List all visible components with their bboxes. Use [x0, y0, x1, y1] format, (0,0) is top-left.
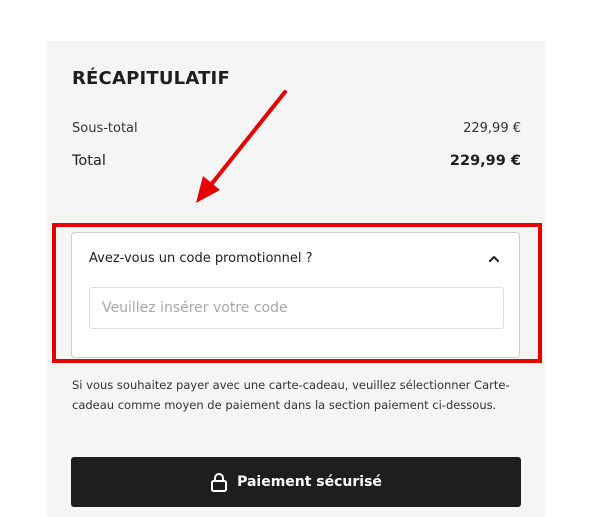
total-row: Total 229,99 €: [72, 153, 521, 169]
summary-title: RÉCAPITULATIF: [72, 68, 230, 89]
subtotal-label: Sous-total: [72, 121, 138, 136]
promo-toggle-label[interactable]: Avez-vous un code promotionnel ?: [89, 251, 313, 266]
subtotal-value: 229,99 €: [463, 121, 521, 136]
secure-payment-label: Paiement sécurisé: [237, 474, 382, 490]
total-label: Total: [72, 153, 106, 169]
total-value: 229,99 €: [449, 153, 521, 169]
promo-code-input[interactable]: [89, 287, 504, 329]
lock-icon: [211, 473, 228, 492]
gift-card-note: Si vous souhaitez payer avec une carte-c…: [72, 378, 510, 412]
subtotal-row: Sous-total 229,99 €: [72, 121, 521, 136]
secure-payment-button[interactable]: Paiement sécurisé: [71, 457, 521, 507]
chevron-up-icon[interactable]: [488, 253, 500, 265]
promo-code-section: Avez-vous un code promotionnel ?: [71, 232, 520, 358]
